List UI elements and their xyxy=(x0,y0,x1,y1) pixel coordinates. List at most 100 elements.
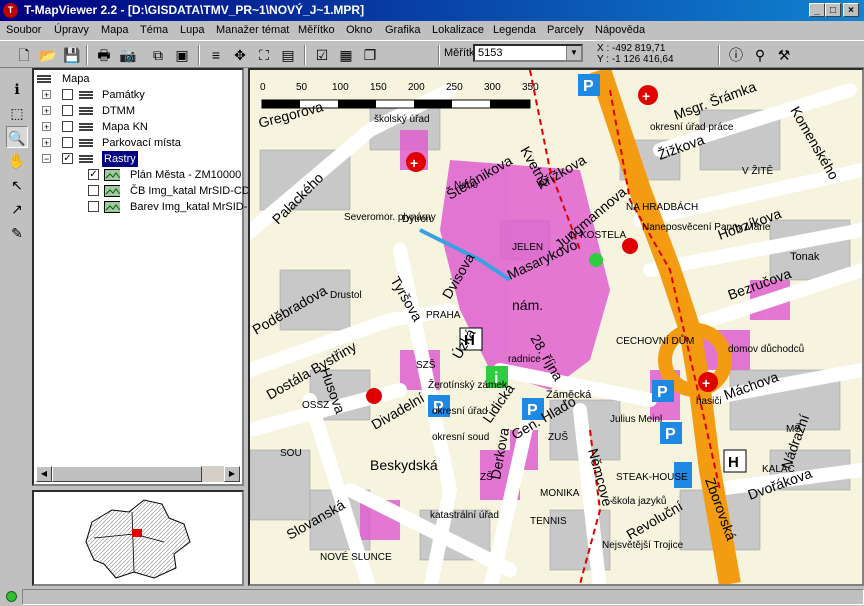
layer-icon xyxy=(79,139,93,147)
expand-icon[interactable]: + xyxy=(42,138,51,148)
layer-tree: Mapa + Památky + DTMM + Mapa KN + Parkov… xyxy=(32,68,250,486)
save-icon[interactable]: 💾 xyxy=(62,45,82,65)
layer-checkbox-checked[interactable]: ✓ xyxy=(88,169,99,180)
status-ok-icon xyxy=(6,591,17,602)
scale-tick: 300 xyxy=(484,82,501,93)
place-label: U KOSTELA xyxy=(570,230,626,241)
menu-okno[interactable]: Okno xyxy=(346,24,372,36)
place-label: NOVÉ SLUNCE xyxy=(320,550,392,563)
coord-x: X : -492 819,71 xyxy=(597,43,666,54)
layer-checkbox-checked[interactable]: ✓ xyxy=(62,153,73,164)
place-label: OSSZ xyxy=(302,400,329,411)
minimize-button[interactable]: _ xyxy=(809,3,825,17)
layer-icon xyxy=(79,91,93,99)
zoom-extent-icon[interactable]: ⛶ xyxy=(254,45,274,65)
tree-item-rastry[interactable]: − ✓ Rastry xyxy=(34,151,242,167)
close-button[interactable]: × xyxy=(843,3,859,17)
layer-checkbox[interactable] xyxy=(62,137,73,148)
expand-icon[interactable]: + xyxy=(42,106,51,116)
tree-item-raster[interactable]: ✓ Plán Města - ZM10000 xyxy=(34,167,242,183)
menu-tema[interactable]: Téma xyxy=(140,24,168,36)
menu-parcely[interactable]: Parcely xyxy=(547,24,584,36)
layer-checkbox[interactable] xyxy=(88,185,99,196)
tree-item-label: DTMM xyxy=(102,105,135,117)
layer-checkbox[interactable] xyxy=(88,201,99,212)
svg-text:H: H xyxy=(728,454,739,471)
menu-manazer-temat[interactable]: Manažer témat xyxy=(216,24,289,36)
new-file-icon[interactable]: 🗋 xyxy=(14,45,34,65)
info-tool-icon[interactable]: ℹ xyxy=(6,78,28,100)
window-icon[interactable]: ❐ xyxy=(360,45,380,65)
collapse-icon[interactable]: − xyxy=(42,154,51,164)
place-label: SOU xyxy=(280,448,302,459)
scroll-left-icon[interactable]: ◀ xyxy=(36,466,52,482)
expand-icon[interactable]: + xyxy=(42,90,51,100)
tree-item-raster[interactable]: ČB Img_katal MrSID-CD xyxy=(34,183,250,199)
layer-checkbox[interactable] xyxy=(62,105,73,116)
raster-icon xyxy=(104,185,120,197)
tree-item-dtmm[interactable]: + DTMM xyxy=(34,103,242,119)
toolbar-separator xyxy=(438,45,440,65)
menu-lupa[interactable]: Lupa xyxy=(180,24,204,36)
measure-icon[interactable]: ↗ xyxy=(6,198,28,220)
find-icon[interactable]: ⚲ xyxy=(750,45,770,65)
overview-map[interactable] xyxy=(32,490,244,586)
menu-lokalizace[interactable]: Lokalizace xyxy=(432,24,484,36)
camera-icon[interactable]: 📷 xyxy=(118,45,138,65)
expand-icon[interactable]: + xyxy=(42,122,51,132)
svg-text:+: + xyxy=(410,155,418,171)
overview-viewport xyxy=(132,529,142,537)
scale-combobox[interactable]: 5153 ▼ xyxy=(473,44,583,62)
copy-map-icon[interactable]: ⧉ xyxy=(148,45,168,65)
menu-mapa[interactable]: Mapa xyxy=(101,24,129,36)
scroll-thumb[interactable] xyxy=(52,466,202,482)
map-view[interactable]: P P P P P i + + + H H Gregorova Palackéh… xyxy=(248,68,864,586)
map-label: Záměcká xyxy=(546,389,592,401)
layer-checkbox[interactable] xyxy=(62,89,73,100)
properties-icon[interactable]: ☑ xyxy=(312,45,332,65)
scale-value: 5153 xyxy=(478,47,503,59)
title-bar: T T-MapViewer 2.2 - [D:\GISDATA\TMV_PR~1… xyxy=(0,0,864,21)
menu-legenda[interactable]: Legenda xyxy=(493,24,536,36)
pencil-icon[interactable]: ✎ xyxy=(6,222,28,244)
pan-hand-icon[interactable]: ✋ xyxy=(6,150,28,172)
place-label: CECHOVNÍ DŮM xyxy=(616,334,694,347)
map-label: Tonak xyxy=(790,251,820,263)
menu-soubor[interactable]: Soubor xyxy=(6,24,41,36)
menu-meritko[interactable]: Měřítko xyxy=(298,24,335,36)
export-icon[interactable]: ▣ xyxy=(172,45,192,65)
layers-icon[interactable]: ≡ xyxy=(206,45,226,65)
scroll-right-icon[interactable]: ▶ xyxy=(224,466,240,482)
open-folder-icon[interactable]: 📂 xyxy=(38,45,58,65)
status-bar xyxy=(0,588,864,606)
menu-napoveda[interactable]: Nápověda xyxy=(595,24,645,36)
tree-item-mapa-kn[interactable]: + Mapa KN xyxy=(34,119,242,135)
menu-upravy[interactable]: Úpravy xyxy=(54,24,89,36)
print-icon[interactable]: 🖶 xyxy=(94,45,114,65)
place-label: škola jazyků xyxy=(612,495,666,507)
place-label: Drustol xyxy=(330,290,362,301)
zoom-full-icon[interactable]: ✥ xyxy=(230,45,250,65)
zoom-tool-icon[interactable]: 🔍 xyxy=(6,126,28,148)
map-tools: ℹ ⬚ 🔍 ✋ ↖ ↗ ✎ xyxy=(4,72,30,592)
tools-icon[interactable]: ⚒ xyxy=(774,45,794,65)
place-label: okresní úřad xyxy=(432,406,488,417)
info-icon[interactable]: ⓘ xyxy=(726,45,746,65)
layer-checkbox[interactable] xyxy=(62,121,73,132)
toolbar-separator xyxy=(718,45,720,65)
horizontal-scrollbar[interactable]: ◀ ▶ xyxy=(36,466,240,482)
layer-manager-icon[interactable]: ▤ xyxy=(278,45,298,65)
tree-item-parkovaci[interactable]: + Parkovací místa xyxy=(34,135,242,151)
table-icon[interactable]: ▦ xyxy=(336,45,356,65)
scale-tick: 200 xyxy=(408,82,425,93)
city-map: P P P P P i + + + H H Gregorova Palackéh… xyxy=(250,70,862,584)
tree-item-raster[interactable]: Barev Img_katal MrSID- xyxy=(34,199,247,215)
select-rectangle-icon[interactable]: ⬚ xyxy=(6,102,28,124)
place-label: Žerotínský zámek xyxy=(428,378,508,391)
menu-grafika[interactable]: Grafika xyxy=(385,24,420,36)
coord-y: Y : -1 126 416,64 xyxy=(597,54,674,65)
chevron-down-icon[interactable]: ▼ xyxy=(566,46,581,60)
maximize-button[interactable]: □ xyxy=(825,3,841,17)
identify-arrow-icon[interactable]: ↖ xyxy=(6,174,28,196)
tree-item-pamatky[interactable]: + Památky xyxy=(34,87,242,103)
